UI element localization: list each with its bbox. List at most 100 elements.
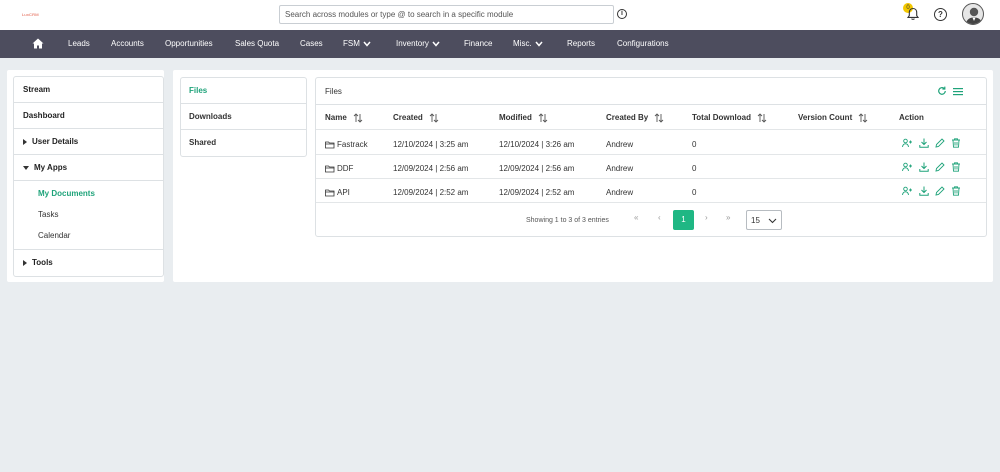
- divider: [316, 202, 986, 203]
- sidebar-item-my-apps[interactable]: My Apps: [14, 155, 163, 181]
- sidebar-item-tasks[interactable]: Tasks: [14, 204, 163, 225]
- nav-misc-label: Misc.: [513, 39, 532, 48]
- chevron-down-icon: [432, 41, 440, 47]
- first-page-icon[interactable]: «: [634, 213, 638, 222]
- nav-fsm[interactable]: FSM: [343, 30, 371, 58]
- sidebar-item-dashboard[interactable]: Dashboard: [14, 103, 163, 129]
- nav-inventory-label: Inventory: [396, 39, 429, 48]
- pagination-summary: Showing 1 to 3 of 3 entries: [526, 217, 609, 224]
- download-icon[interactable]: [919, 162, 929, 172]
- user-avatar[interactable]: [962, 3, 984, 25]
- column-label: Name: [325, 113, 347, 123]
- sort-icon[interactable]: [757, 113, 767, 123]
- sort-icon[interactable]: [858, 113, 868, 123]
- edit-icon[interactable]: [935, 138, 945, 148]
- top-bar: LuxCRM Search across modules or type @ t…: [0, 0, 1000, 30]
- chevron-down-icon: [363, 41, 371, 47]
- modified-cell: 12/09/2024 | 2:52 am: [499, 188, 575, 197]
- share-user-icon[interactable]: [902, 186, 912, 196]
- nav-finance[interactable]: Finance: [464, 30, 492, 58]
- row-actions: [902, 162, 962, 172]
- delete-icon[interactable]: [951, 138, 961, 148]
- caret-right-icon: [23, 259, 27, 266]
- share-user-icon[interactable]: [902, 138, 912, 148]
- modified-cell: 12/09/2024 | 2:56 am: [499, 164, 575, 173]
- sort-icon[interactable]: [429, 113, 439, 123]
- file-name-cell[interactable]: API: [325, 188, 350, 197]
- delete-icon[interactable]: [951, 186, 961, 196]
- sidebar-panel: Stream Dashboard User Details My Apps My…: [7, 70, 164, 282]
- page-button-1[interactable]: 1: [673, 210, 694, 230]
- file-name: Fastrack: [337, 140, 368, 149]
- menu-icon[interactable]: [953, 87, 963, 96]
- file-name-cell[interactable]: DDF: [325, 164, 353, 173]
- tab-files[interactable]: Files: [181, 78, 306, 104]
- share-user-icon[interactable]: [902, 162, 912, 172]
- delete-icon[interactable]: [951, 162, 961, 172]
- nav-reports[interactable]: Reports: [567, 30, 595, 58]
- next-page-icon[interactable]: ›: [705, 213, 708, 222]
- chevron-down-icon: [768, 218, 777, 224]
- column-header-total-download[interactable]: Total Download: [692, 113, 767, 123]
- main-nav: Leads Accounts Opportunities Sales Quota…: [0, 30, 1000, 58]
- file-name-cell[interactable]: Fastrack: [325, 140, 368, 149]
- caret-down-icon: [23, 165, 29, 170]
- page-size-select[interactable]: 15: [746, 210, 782, 230]
- sidebar-item-calendar[interactable]: Calendar: [14, 225, 163, 246]
- nav-accounts[interactable]: Accounts: [111, 30, 144, 58]
- nav-cases[interactable]: Cases: [300, 30, 323, 58]
- column-header-created[interactable]: Created: [393, 113, 439, 123]
- sidebar-item-tools[interactable]: Tools: [14, 250, 163, 276]
- nav-misc[interactable]: Misc.: [513, 30, 543, 58]
- sidebar-item-label: Tools: [32, 258, 53, 267]
- refresh-icon[interactable]: [937, 86, 947, 96]
- sidebar-item-user-details[interactable]: User Details: [14, 129, 163, 155]
- bell-icon[interactable]: [906, 7, 920, 21]
- sidebar-item-label: User Details: [32, 137, 79, 146]
- created-by-cell: Andrew: [606, 140, 634, 149]
- help-icon[interactable]: ?: [934, 8, 947, 21]
- download-icon[interactable]: [919, 186, 929, 196]
- divider: [316, 129, 986, 130]
- global-search-input[interactable]: Search across modules or type @ to searc…: [279, 5, 614, 24]
- edit-icon[interactable]: [935, 186, 945, 196]
- nav-leads[interactable]: Leads: [68, 30, 90, 58]
- column-header-modified[interactable]: Modified: [499, 113, 548, 123]
- sort-icon[interactable]: [654, 113, 664, 123]
- search-info-icon[interactable]: i: [617, 9, 627, 19]
- tab-downloads[interactable]: Downloads: [181, 104, 306, 130]
- nav-configurations[interactable]: Configurations: [617, 30, 669, 58]
- tab-shared[interactable]: Shared: [181, 130, 306, 156]
- created-cell: 12/09/2024 | 2:52 am: [393, 188, 469, 197]
- column-label: Total Download: [692, 113, 751, 123]
- sidebar-item-label: My Apps: [34, 163, 68, 172]
- sort-icon[interactable]: [353, 113, 363, 123]
- chevron-down-icon: [535, 41, 543, 47]
- divider: [316, 104, 986, 105]
- document-tabs: Files Downloads Shared: [180, 77, 307, 157]
- nav-inventory[interactable]: Inventory: [396, 30, 440, 58]
- sort-icon[interactable]: [538, 113, 548, 123]
- divider: [316, 154, 986, 155]
- column-label: Created: [393, 113, 423, 123]
- column-header-created-by[interactable]: Created By: [606, 113, 664, 123]
- sidebar-item-my-documents[interactable]: My Documents: [14, 183, 163, 204]
- nav-opportunities[interactable]: Opportunities: [165, 30, 213, 58]
- column-label: Version Count: [798, 113, 853, 123]
- column-header-name[interactable]: Name: [325, 113, 363, 123]
- column-header-version-count[interactable]: Version Count: [798, 113, 868, 123]
- nav-fsm-label: FSM: [343, 39, 360, 48]
- home-icon[interactable]: [32, 38, 44, 49]
- sidebar-item-stream[interactable]: Stream: [14, 77, 163, 103]
- folder-icon: [325, 165, 335, 173]
- brand-logo[interactable]: LuxCRM: [22, 12, 39, 17]
- last-page-icon[interactable]: »: [726, 213, 730, 222]
- download-icon[interactable]: [919, 138, 929, 148]
- edit-icon[interactable]: [935, 162, 945, 172]
- page-size-value: 15: [751, 216, 760, 225]
- files-card-title: Files: [325, 87, 342, 96]
- folder-icon: [325, 189, 335, 197]
- nav-sales-quota[interactable]: Sales Quota: [235, 30, 279, 58]
- files-card: Files Name Created Modified Created By T…: [315, 77, 987, 237]
- prev-page-icon[interactable]: ‹: [658, 213, 661, 222]
